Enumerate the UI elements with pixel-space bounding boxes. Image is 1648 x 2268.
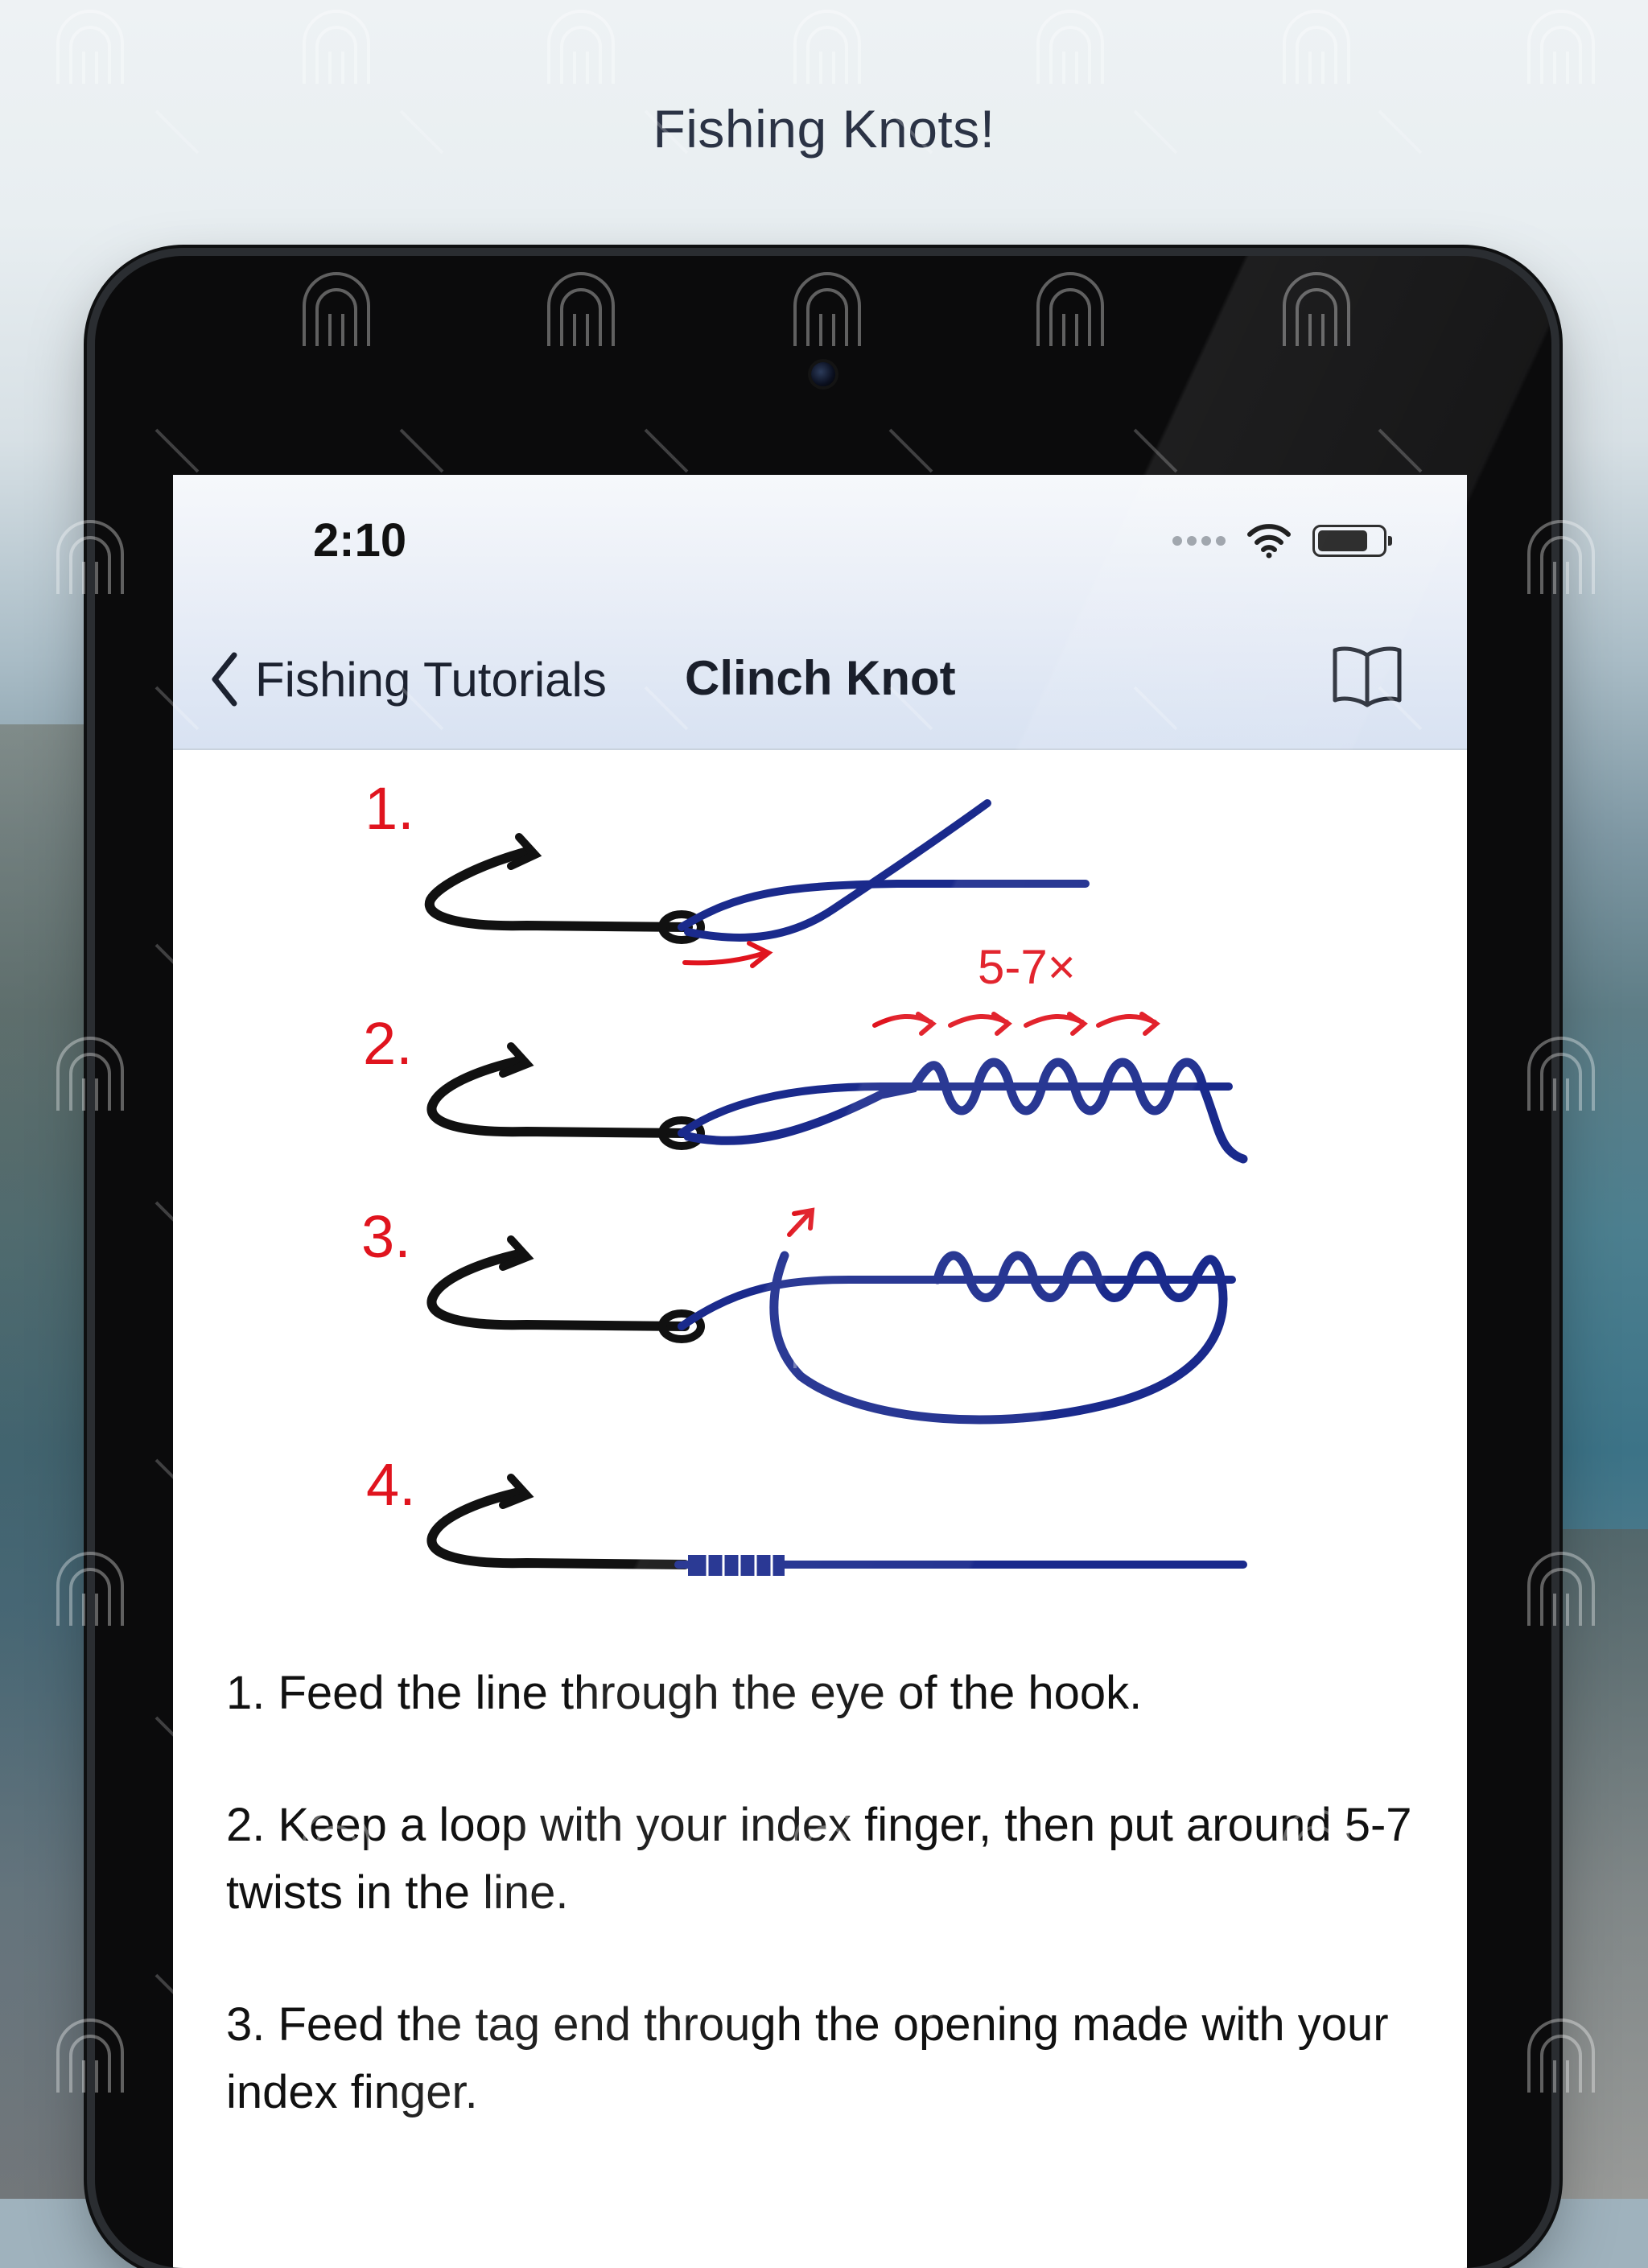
instructions: 1. Feed the line through the eye of the … (226, 1660, 1425, 2191)
line-1 (678, 880, 1090, 931)
status-time: 2:10 (313, 514, 407, 567)
step-2-drawing (426, 1012, 1248, 1164)
banner-title: Fishing Knots! (653, 99, 995, 159)
book-icon (1333, 646, 1402, 707)
twist-count-annotation: 5-7× (978, 940, 1076, 994)
chevron-left-icon (212, 652, 237, 707)
step-label-3: 3. (361, 1203, 411, 1270)
step-3-drawing (426, 1207, 1236, 1425)
tablet-device: 2:10 Fishing Tutorials Clinch Knot 1. 2.… (95, 256, 1551, 2268)
status-indicators (1172, 523, 1392, 559)
front-camera (811, 362, 835, 386)
step-4-drawing (426, 1474, 1247, 1577)
step-label-2: 2. (363, 1010, 413, 1077)
clinch-knot-diagram: 1. 2. 3. 4. 5-7× (361, 775, 1248, 1577)
wifi-icon (1247, 524, 1291, 559)
back-button-label: Fishing Tutorials (255, 652, 607, 707)
battery-icon (1312, 525, 1392, 557)
page-title: Clinch Knot (685, 651, 956, 705)
instruction-step-2: 2. Keep a loop with your index finger, t… (226, 1799, 1412, 1919)
book-button[interactable] (1330, 644, 1404, 712)
hook-1 (424, 847, 693, 932)
navigation-header: 2:10 Fishing Tutorials Clinch Knot (173, 475, 1467, 750)
back-button[interactable]: Fishing Tutorials (208, 650, 607, 708)
app-screen: 2:10 Fishing Tutorials Clinch Knot 1. 2.… (173, 475, 1467, 2268)
instruction-step-3: 3. Feed the tag end through the opening … (226, 1998, 1389, 2118)
cellular-signal-icon (1172, 536, 1226, 546)
step-label-1: 1. (365, 775, 414, 842)
instruction-step-1: 1. Feed the line through the eye of the … (226, 1667, 1143, 1719)
step-label-4: 4. (366, 1451, 416, 1518)
